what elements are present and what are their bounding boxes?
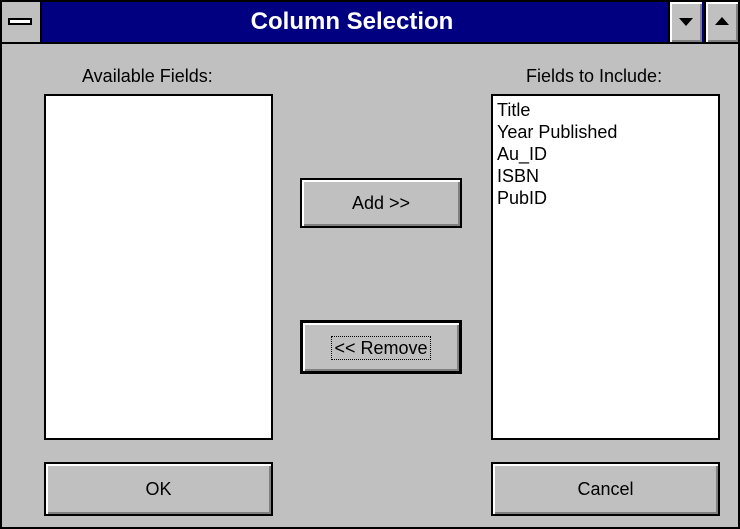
window-title: Column Selection	[250, 8, 454, 35]
maximize-triangle-icon	[715, 17, 729, 25]
list-item-year-published[interactable]: Year Published	[497, 121, 714, 143]
cancel-button[interactable]: Cancel	[491, 462, 720, 516]
system-menu-icon	[8, 18, 32, 25]
minimize-button[interactable]	[668, 2, 702, 42]
fields-to-include-list[interactable]: Title Year Published Au_ID ISBN PubID	[491, 94, 720, 440]
available-fields-label: Available Fields:	[82, 66, 213, 86]
available-fields-list[interactable]	[44, 94, 273, 440]
minimize-triangle-icon	[679, 18, 693, 26]
title-bar: Column Selection	[2, 2, 738, 44]
remove-button[interactable]: << Remove	[300, 320, 462, 374]
list-item-title[interactable]: Title	[497, 99, 714, 121]
column-selection-dialog: Column Selection Available Fields: Field…	[0, 0, 740, 529]
fields-to-include-label: Fields to Include:	[526, 66, 663, 86]
list-item-isbn[interactable]: ISBN	[497, 165, 714, 187]
remove-button-label: << Remove	[331, 336, 431, 360]
add-button[interactable]: Add >>	[300, 178, 462, 228]
maximize-button[interactable]	[704, 2, 738, 42]
list-item-au-id[interactable]: Au_ID	[497, 143, 714, 165]
system-menu-button[interactable]	[2, 2, 42, 42]
ok-button[interactable]: OK	[44, 462, 273, 516]
list-item-pubid[interactable]: PubID	[497, 187, 714, 209]
